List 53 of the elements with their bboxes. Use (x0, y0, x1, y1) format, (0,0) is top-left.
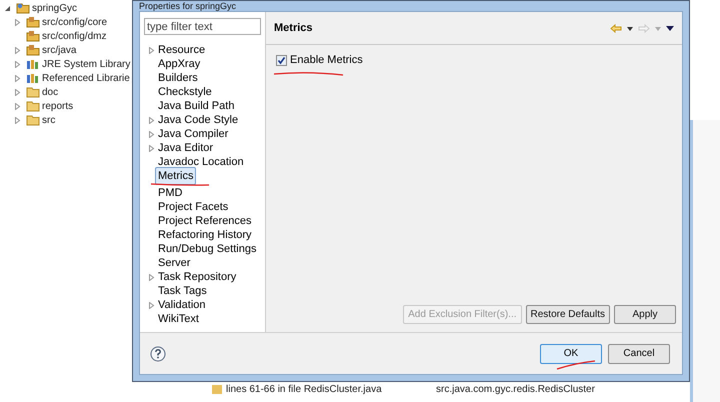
collapsed-arrow-icon[interactable] (14, 18, 21, 26)
package-folder-icon (26, 16, 40, 28)
dialog-button[interactable]: OK (540, 344, 602, 364)
folder-icon (26, 114, 40, 126)
annotation-underline (556, 360, 596, 370)
collapsed-arrow-icon[interactable] (148, 116, 155, 124)
table-cell-text: lines 61-66 in file RedisCluster.java (226, 382, 383, 396)
filter-field[interactable]: type filter text (144, 18, 261, 35)
tree-item[interactable]: JRE System Library (42, 56, 130, 72)
page-button[interactable]: Apply (614, 305, 676, 324)
table-cell-text: src.java.com.gyc.redis.RedisCluster (436, 382, 595, 396)
page-title: Metrics (274, 21, 313, 36)
checkbox[interactable] (276, 54, 287, 66)
expanded-arrow-icon[interactable] (4, 4, 11, 12)
tree-item[interactable]: Referenced Librarie (42, 70, 130, 86)
view-menu-icon[interactable] (666, 26, 674, 31)
dropdown-arrow-icon[interactable] (627, 26, 633, 30)
nav-item[interactable]: Metrics (155, 166, 196, 186)
tree-item[interactable]: doc (42, 84, 58, 100)
collapsed-arrow-icon[interactable] (148, 130, 155, 138)
task-row-icon (212, 384, 222, 394)
window-title: Properties for springGyc (139, 1, 238, 11)
collapsed-arrow-icon[interactable] (148, 302, 155, 308)
collapsed-arrow-icon[interactable] (148, 46, 155, 54)
folder-icon (26, 86, 40, 98)
collapsed-arrow-icon[interactable] (14, 46, 21, 54)
library-books-icon (26, 72, 40, 84)
tree-item[interactable]: src/config/core (42, 14, 108, 30)
annotation-underline (150, 183, 210, 186)
package-folder-icon (26, 30, 40, 42)
page-button[interactable]: Restore Defaults (526, 305, 610, 324)
collapsed-arrow-icon[interactable] (14, 116, 21, 124)
collapsed-arrow-icon[interactable] (148, 274, 155, 280)
tree-item[interactable]: src/java (42, 42, 76, 58)
checkbox-label[interactable]: Enable Metrics (290, 52, 363, 68)
back-arrow-icon[interactable] (610, 24, 622, 33)
tree-item[interactable]: springGyc (32, 0, 78, 16)
package-folder-icon (26, 44, 40, 56)
collapsed-arrow-icon[interactable] (14, 74, 21, 82)
collapsed-arrow-icon[interactable] (148, 144, 155, 152)
tree-item[interactable]: src/config/dmz (42, 28, 106, 44)
collapsed-arrow-icon[interactable] (14, 102, 21, 110)
tree-item[interactable]: reports (42, 98, 74, 114)
annotation-underline (273, 70, 345, 76)
dialog-button[interactable]: Cancel (608, 344, 670, 364)
collapsed-arrow-icon[interactable] (14, 88, 21, 96)
help-icon[interactable] (150, 346, 166, 362)
collapsed-arrow-icon[interactable] (14, 60, 21, 68)
folder-icon (26, 100, 40, 112)
library-books-icon (26, 58, 40, 70)
tree-item[interactable]: src (42, 112, 56, 128)
project-folder-icon (16, 2, 30, 14)
forward-arrow-icon[interactable] (638, 24, 650, 33)
